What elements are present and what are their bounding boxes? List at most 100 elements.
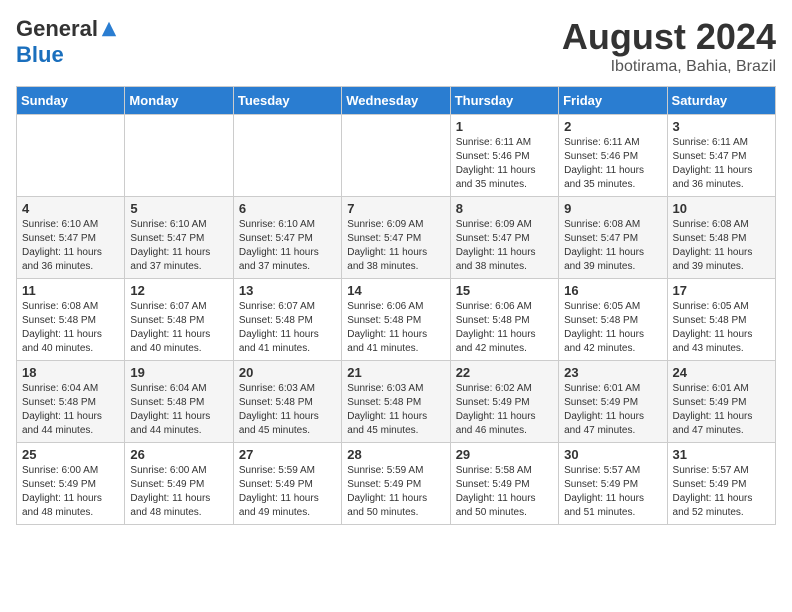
day-number: 24 <box>673 365 770 380</box>
logo: General Blue <box>16 16 118 68</box>
day-number: 14 <box>347 283 444 298</box>
day-number: 19 <box>130 365 227 380</box>
day-number: 6 <box>239 201 336 216</box>
calendar-cell: 5 Sunrise: 6:10 AM Sunset: 5:47 PM Daylig… <box>125 197 233 279</box>
calendar-header-row: SundayMondayTuesdayWednesdayThursdayFrid… <box>17 87 776 115</box>
day-number: 15 <box>456 283 553 298</box>
day-number: 10 <box>673 201 770 216</box>
day-info: Sunrise: 6:11 AM Sunset: 5:46 PM Dayligh… <box>456 136 553 192</box>
day-info: Sunrise: 6:01 AM Sunset: 5:49 PM Dayligh… <box>673 382 770 438</box>
day-info: Sunrise: 5:57 AM Sunset: 5:49 PM Dayligh… <box>673 464 770 520</box>
day-number: 4 <box>22 201 119 216</box>
calendar-week-row: 4 Sunrise: 6:10 AM Sunset: 5:47 PM Daylig… <box>17 197 776 279</box>
day-info: Sunrise: 5:57 AM Sunset: 5:49 PM Dayligh… <box>564 464 661 520</box>
calendar-cell: 28 Sunrise: 5:59 AM Sunset: 5:49 PM Dayli… <box>342 443 450 525</box>
col-header-thursday: Thursday <box>450 87 558 115</box>
day-number: 21 <box>347 365 444 380</box>
day-info: Sunrise: 6:07 AM Sunset: 5:48 PM Dayligh… <box>130 300 227 356</box>
col-header-saturday: Saturday <box>667 87 775 115</box>
day-number: 1 <box>456 119 553 134</box>
day-info: Sunrise: 6:03 AM Sunset: 5:48 PM Dayligh… <box>239 382 336 438</box>
calendar-cell: 24 Sunrise: 6:01 AM Sunset: 5:49 PM Dayli… <box>667 361 775 443</box>
day-info: Sunrise: 6:11 AM Sunset: 5:47 PM Dayligh… <box>673 136 770 192</box>
calendar-cell: 14 Sunrise: 6:06 AM Sunset: 5:48 PM Dayli… <box>342 279 450 361</box>
calendar-cell: 26Sunrise: 6:00 AM Sunset: 5:49 PM Dayli… <box>125 443 233 525</box>
calendar-week-row: 1 Sunrise: 6:11 AM Sunset: 5:46 PM Daylig… <box>17 115 776 197</box>
calendar-table: SundayMondayTuesdayWednesdayThursdayFrid… <box>16 86 776 525</box>
day-info: Sunrise: 6:10 AM Sunset: 5:47 PM Dayligh… <box>22 218 119 274</box>
calendar-cell <box>342 115 450 197</box>
calendar-cell <box>125 115 233 197</box>
day-number: 25 <box>22 447 119 462</box>
day-info: Sunrise: 6:11 AM Sunset: 5:46 PM Dayligh… <box>564 136 661 192</box>
title-block: August 2024 Ibotirama, Bahia, Brazil <box>562 16 776 76</box>
day-number: 11 <box>22 283 119 298</box>
logo-icon <box>100 20 118 38</box>
day-info: Sunrise: 6:08 AM Sunset: 5:48 PM Dayligh… <box>673 218 770 274</box>
day-info: Sunrise: 6:05 AM Sunset: 5:48 PM Dayligh… <box>564 300 661 356</box>
day-number: 5 <box>130 201 227 216</box>
day-number: 28 <box>347 447 444 462</box>
col-header-monday: Monday <box>125 87 233 115</box>
day-number: 30 <box>564 447 661 462</box>
calendar-cell: 12 Sunrise: 6:07 AM Sunset: 5:48 PM Dayli… <box>125 279 233 361</box>
calendar-cell: 8Sunrise: 6:09 AM Sunset: 5:47 PM Daylig… <box>450 197 558 279</box>
calendar-cell: 16Sunrise: 6:05 AM Sunset: 5:48 PM Dayli… <box>559 279 667 361</box>
day-number: 27 <box>239 447 336 462</box>
calendar-cell: 30 Sunrise: 5:57 AM Sunset: 5:49 PM Dayli… <box>559 443 667 525</box>
day-number: 31 <box>673 447 770 462</box>
col-header-friday: Friday <box>559 87 667 115</box>
calendar-cell: 15 Sunrise: 6:06 AM Sunset: 5:48 PM Dayli… <box>450 279 558 361</box>
day-info: Sunrise: 6:01 AM Sunset: 5:49 PM Dayligh… <box>564 382 661 438</box>
calendar-cell: 6 Sunrise: 6:10 AM Sunset: 5:47 PM Daylig… <box>233 197 341 279</box>
day-info: Sunrise: 6:08 AM Sunset: 5:47 PM Dayligh… <box>564 218 661 274</box>
day-number: 22 <box>456 365 553 380</box>
col-header-tuesday: Tuesday <box>233 87 341 115</box>
day-number: 20 <box>239 365 336 380</box>
day-number: 18 <box>22 365 119 380</box>
day-info: Sunrise: 6:10 AM Sunset: 5:47 PM Dayligh… <box>130 218 227 274</box>
day-number: 17 <box>673 283 770 298</box>
day-info: Sunrise: 6:00 AM Sunset: 5:49 PM Dayligh… <box>22 464 119 520</box>
day-info: Sunrise: 6:06 AM Sunset: 5:48 PM Dayligh… <box>347 300 444 356</box>
day-number: 29 <box>456 447 553 462</box>
day-info: Sunrise: 6:06 AM Sunset: 5:48 PM Dayligh… <box>456 300 553 356</box>
location-subtitle: Ibotirama, Bahia, Brazil <box>562 58 776 76</box>
day-info: Sunrise: 5:59 AM Sunset: 5:49 PM Dayligh… <box>347 464 444 520</box>
calendar-cell: 2 Sunrise: 6:11 AM Sunset: 5:46 PM Daylig… <box>559 115 667 197</box>
calendar-cell: 1 Sunrise: 6:11 AM Sunset: 5:46 PM Daylig… <box>450 115 558 197</box>
page-header: General Blue August 2024 Ibotirama, Bahi… <box>16 16 776 76</box>
day-number: 23 <box>564 365 661 380</box>
day-info: Sunrise: 6:04 AM Sunset: 5:48 PM Dayligh… <box>22 382 119 438</box>
calendar-cell: 31 Sunrise: 5:57 AM Sunset: 5:49 PM Dayli… <box>667 443 775 525</box>
calendar-cell: 23 Sunrise: 6:01 AM Sunset: 5:49 PM Dayli… <box>559 361 667 443</box>
day-number: 8 <box>456 201 553 216</box>
day-info: Sunrise: 6:08 AM Sunset: 5:48 PM Dayligh… <box>22 300 119 356</box>
calendar-cell: 9 Sunrise: 6:08 AM Sunset: 5:47 PM Daylig… <box>559 197 667 279</box>
calendar-cell: 22Sunrise: 6:02 AM Sunset: 5:49 PM Dayli… <box>450 361 558 443</box>
col-header-wednesday: Wednesday <box>342 87 450 115</box>
day-info: Sunrise: 5:58 AM Sunset: 5:49 PM Dayligh… <box>456 464 553 520</box>
day-info: Sunrise: 6:04 AM Sunset: 5:48 PM Dayligh… <box>130 382 227 438</box>
day-number: 13 <box>239 283 336 298</box>
calendar-week-row: 25 Sunrise: 6:00 AM Sunset: 5:49 PM Dayli… <box>17 443 776 525</box>
calendar-cell: 27Sunrise: 5:59 AM Sunset: 5:49 PM Dayli… <box>233 443 341 525</box>
calendar-week-row: 11 Sunrise: 6:08 AM Sunset: 5:48 PM Dayli… <box>17 279 776 361</box>
logo-general-text: General <box>16 16 98 42</box>
calendar-cell: 18 Sunrise: 6:04 AM Sunset: 5:48 PM Dayli… <box>17 361 125 443</box>
day-info: Sunrise: 6:10 AM Sunset: 5:47 PM Dayligh… <box>239 218 336 274</box>
month-year-title: August 2024 <box>562 16 776 58</box>
calendar-week-row: 18 Sunrise: 6:04 AM Sunset: 5:48 PM Dayli… <box>17 361 776 443</box>
day-number: 2 <box>564 119 661 134</box>
calendar-cell: 29 Sunrise: 5:58 AM Sunset: 5:49 PM Dayli… <box>450 443 558 525</box>
logo-blue-text: Blue <box>16 42 64 68</box>
day-info: Sunrise: 6:05 AM Sunset: 5:48 PM Dayligh… <box>673 300 770 356</box>
calendar-cell: 11 Sunrise: 6:08 AM Sunset: 5:48 PM Dayli… <box>17 279 125 361</box>
calendar-cell: 10 Sunrise: 6:08 AM Sunset: 5:48 PM Dayli… <box>667 197 775 279</box>
calendar-cell: 13Sunrise: 6:07 AM Sunset: 5:48 PM Dayli… <box>233 279 341 361</box>
day-info: Sunrise: 6:00 AM Sunset: 5:49 PM Dayligh… <box>130 464 227 520</box>
calendar-cell: 25 Sunrise: 6:00 AM Sunset: 5:49 PM Dayli… <box>17 443 125 525</box>
day-number: 12 <box>130 283 227 298</box>
day-number: 9 <box>564 201 661 216</box>
calendar-cell: 4 Sunrise: 6:10 AM Sunset: 5:47 PM Daylig… <box>17 197 125 279</box>
